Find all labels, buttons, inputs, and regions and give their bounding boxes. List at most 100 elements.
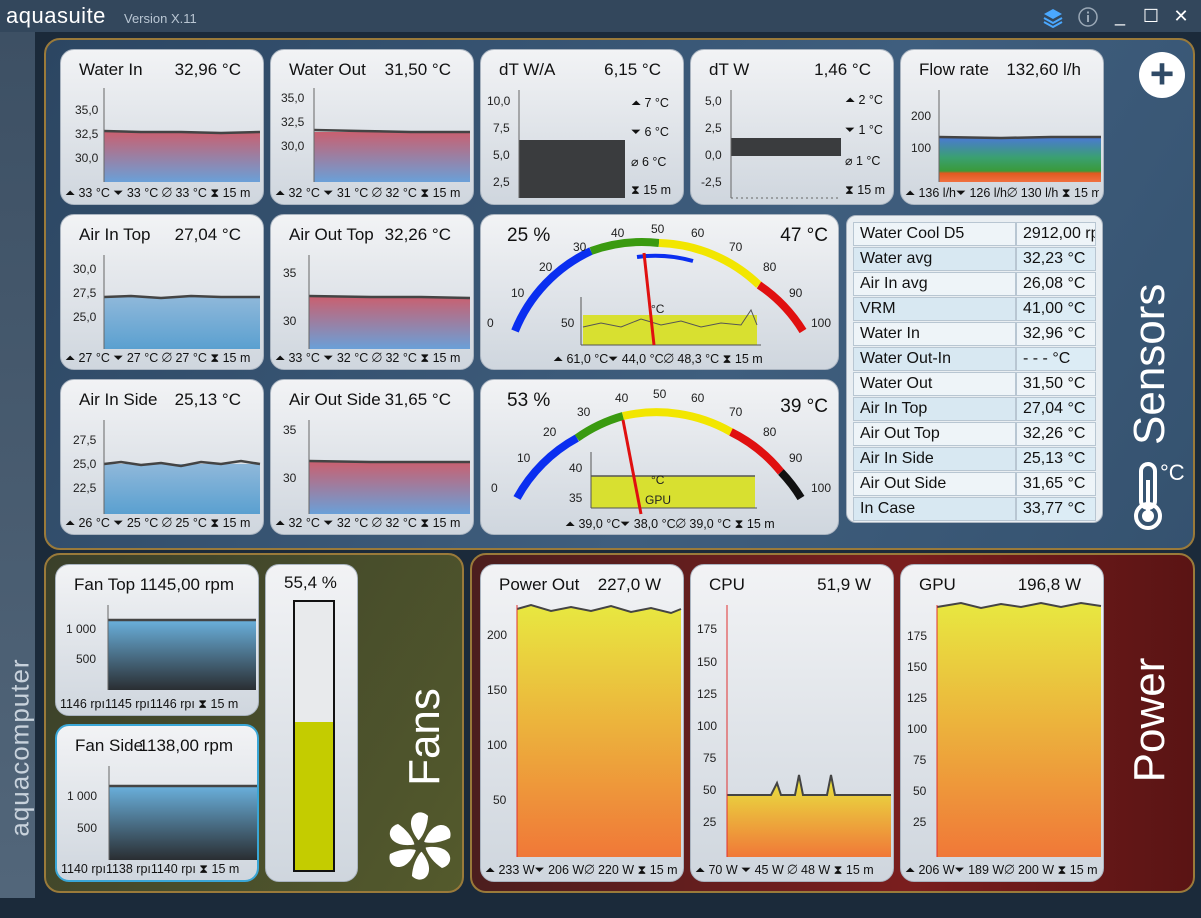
tile-value: 32,26 °C xyxy=(384,225,451,244)
tile-value: 51,9 W xyxy=(817,575,871,594)
tile-air-out-top[interactable]: 35 30 Air Out Top 32,26 °C ⏶ 33 °C ⏷ 32 … xyxy=(270,214,474,370)
table-row[interactable]: In Case 33,77 °C xyxy=(853,497,1096,521)
table-value: 33,77 °C xyxy=(1016,497,1096,521)
info-icon[interactable] xyxy=(1077,6,1099,28)
close-icon[interactable]: ✕ xyxy=(1170,6,1192,28)
stat-min: ⏷ 1 °C xyxy=(845,123,883,137)
tile-air-in-top[interactable]: 30,0 27,5 25,0 Air In Top 27,04 °C ⏶ 27 … xyxy=(60,214,264,370)
table-row[interactable]: Air Out Side 31,65 °C xyxy=(853,472,1096,496)
water-in-series xyxy=(103,129,261,135)
tile-footer: ⏶ 70 W ⏷ 45 W ⌀ 48 W ⧗ 15 m xyxy=(695,863,874,877)
tick-label: 2,5 xyxy=(705,121,722,135)
gauge-scale-label: 30 xyxy=(577,405,591,419)
tile-value: 32,96 °C xyxy=(174,60,241,79)
fan-icon xyxy=(384,809,456,887)
table-row[interactable]: Air Out Top 32,26 °C xyxy=(853,422,1096,446)
stat-avg: ⌀ 1 °C xyxy=(845,154,881,168)
tile-title: Air In Top xyxy=(79,225,151,244)
tile-gpu-power[interactable]: 175 150 125 100 75 50 25 GPU 196,8 W ⏶ 2… xyxy=(900,564,1104,882)
tile-power-out[interactable]: 200 150 100 50 Power Out 227,0 W ⏶ 233 W… xyxy=(480,564,684,882)
gauge-percent: 53 % xyxy=(507,390,551,411)
sidebar: aquacomputer xyxy=(0,32,35,898)
tick-label: 1 000 xyxy=(66,622,96,636)
gauge-scale-label: 100 xyxy=(811,316,831,330)
table-row[interactable]: Air In Side 25,13 °C xyxy=(853,447,1096,471)
dt-w-area xyxy=(731,138,841,156)
gpu-power-chart: 175 150 125 100 75 50 25 xyxy=(907,601,1102,857)
table-value: 41,00 °C xyxy=(1016,297,1096,321)
tick-label: 30,0 xyxy=(281,139,305,153)
table-value: 2912,00 rp xyxy=(1016,222,1096,246)
table-row[interactable]: Water Cool D5 2912,00 rp xyxy=(853,222,1096,246)
maximize-icon[interactable]: ☐ xyxy=(1140,6,1162,28)
tile-title: Flow rate xyxy=(919,60,989,79)
tile-gpu-gauge[interactable]: 0 10 20 30 40 50 60 70 80 90 100 °C GPU … xyxy=(480,379,839,535)
gauge-scale-label: 70 xyxy=(729,240,743,254)
stat-period: ⧗ 15 m xyxy=(845,183,886,197)
brand-label: aquacomputer xyxy=(4,658,35,837)
gauge-footer: ⏶ 39,0 °C⏷ 38,0 °C⌀ 39,0 °C ⧗ 15 m xyxy=(565,517,775,531)
table-row[interactable]: Water avg 32,23 °C xyxy=(853,247,1096,271)
tile-footer: ⏶ 33 °C ⏷ 32 °C ⌀ 32 °C ⧗ 15 m xyxy=(275,351,461,365)
gpu-inner-area xyxy=(591,476,755,508)
tile-air-out-side[interactable]: 35 30 Air Out Side 31,65 °C ⏶ 32 °C ⏷ 32… xyxy=(270,379,474,535)
power-out-chart: 200 150 100 50 xyxy=(487,603,682,857)
table-row[interactable]: Water Out 31,50 °C xyxy=(853,372,1096,396)
table-key: Water avg xyxy=(853,247,1016,271)
tile-fan-level[interactable]: 55,4 % xyxy=(265,564,358,882)
tick-label: 30 xyxy=(283,471,297,485)
tile-dt-w[interactable]: 5,0 2,5 0,0 -2,5 dT W 1,46 °C ⏶ 2 °C ⏷ 1… xyxy=(690,49,894,205)
tile-air-in-side[interactable]: 27,5 25,0 22,5 Air In Side 25,13 °C ⏶ 26… xyxy=(60,379,264,535)
tick-label: 1 000 xyxy=(67,789,97,803)
tile-footer: ⏶ 136 l/h⏷ 126 l/h⌀ 130 l/h ⧗ 15 m xyxy=(905,186,1099,200)
water-out-area xyxy=(314,132,470,182)
tile-title: GPU xyxy=(919,575,956,594)
air-in-top-area xyxy=(104,297,260,349)
gpu-power-area xyxy=(937,603,1101,857)
stat-min: ⏷ 6 °C xyxy=(631,125,669,139)
table-row[interactable]: VRM 41,00 °C xyxy=(853,297,1096,321)
tile-water-in[interactable]: 35,0 32,5 30,0 Water In 32,96 °C ⏶ 33 °C… xyxy=(60,49,264,205)
table-row[interactable]: Water Out-In - - - °C xyxy=(853,347,1096,371)
gauge-scale-label: 90 xyxy=(789,451,803,465)
table-value: 25,13 °C xyxy=(1016,447,1096,471)
tick-label: 500 xyxy=(77,821,97,835)
tile-water-out[interactable]: 35,0 32,5 30,0 Water Out 31,50 °C ⏶ 32 °… xyxy=(270,49,474,205)
flow-area xyxy=(939,138,1101,182)
tile-dt-wa[interactable]: 10,0 7,5 5,0 2,5 dT W/A 6,15 °C ⏶ 7 °C ⏷… xyxy=(480,49,684,205)
tile-cpu-power[interactable]: 175 150 125 100 75 50 25 CPU 51,9 W ⏶ 70… xyxy=(690,564,894,882)
gauge-inner-tick: 40 xyxy=(569,461,583,475)
table-value: 32,96 °C xyxy=(1016,322,1096,346)
add-tile-button[interactable]: + xyxy=(1139,52,1185,98)
tile-value: 132,60 l/h xyxy=(1006,60,1081,79)
table-key: Water Cool D5 xyxy=(853,222,1016,246)
tile-value: 31,65 °C xyxy=(384,390,451,409)
gauge-scale-label: 50 xyxy=(651,222,665,236)
tick-label: 50 xyxy=(703,783,717,797)
table-row[interactable]: Water In 32,96 °C xyxy=(853,322,1096,346)
layers-icon[interactable] xyxy=(1042,6,1064,29)
power-out-area xyxy=(517,605,681,857)
gauge-inner-tick: 35 xyxy=(569,491,583,505)
tile-title: Air Out Side xyxy=(289,390,381,409)
tick-label: -2,5 xyxy=(701,175,722,189)
tick-label: 100 xyxy=(907,722,927,736)
gauge-scale-label: 60 xyxy=(691,391,705,405)
tick-label: 125 xyxy=(697,687,717,701)
tile-value: 27,04 °C xyxy=(174,225,241,244)
tile-footer: 1140 rpı1138 rpı1140 rpı ⧗ 15 m xyxy=(61,862,240,876)
tile-fan-side[interactable]: 1 000 500 Fan Side 1138,00 rpm 1140 rpı1… xyxy=(55,724,259,882)
air-out-side-series xyxy=(308,459,470,464)
tile-fan-top[interactable]: 1 000 500 Fan Top 1145,00 rpm 1146 rpı11… xyxy=(55,564,259,716)
minimize-icon[interactable]: _ xyxy=(1109,6,1131,28)
table-value: 31,65 °C xyxy=(1016,472,1096,496)
table-key: Water Out xyxy=(853,372,1016,396)
gauge-scale-label: 20 xyxy=(539,260,553,274)
table-key: Water Out-In xyxy=(853,347,1016,371)
table-row[interactable]: Air In avg 26,08 °C xyxy=(853,272,1096,296)
table-row[interactable]: Air In Top 27,04 °C xyxy=(853,397,1096,421)
table-key: Air Out Top xyxy=(853,422,1016,446)
gauge-scale-label: 80 xyxy=(763,425,777,439)
tile-flow-rate[interactable]: 200 100 Flow rate 132,60 l/h ⏶ 136 l/h⏷ … xyxy=(900,49,1104,205)
tile-cpu-gauge[interactable]: 0 10 20 30 40 50 60 70 80 90 100 °C 50 2… xyxy=(480,214,839,370)
